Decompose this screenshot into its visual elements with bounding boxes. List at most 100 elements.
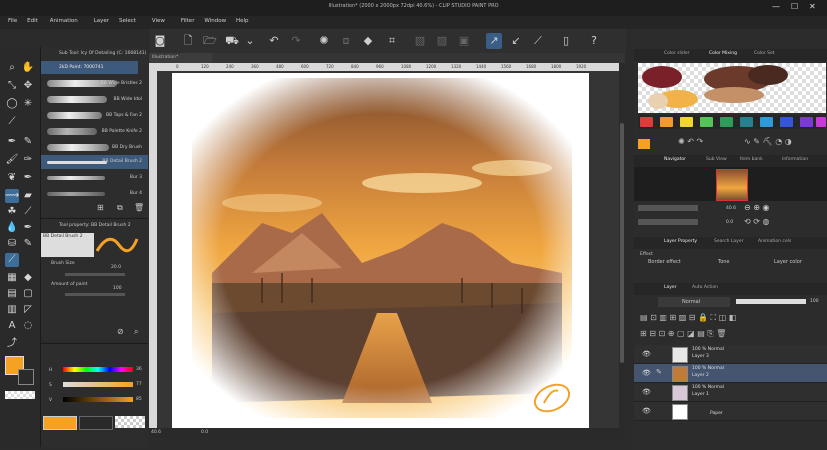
tab-search-layer[interactable]: Search Layer <box>714 239 743 244</box>
brush-size-slider[interactable] <box>65 273 125 276</box>
amount-slider[interactable] <box>65 293 125 296</box>
open-folder-icon[interactable]: 🗁 <box>202 33 218 49</box>
brush-item[interactable]: Bur 4 <box>41 187 148 201</box>
tab-color-set[interactable]: Color Set <box>754 51 775 56</box>
blend-tool-icon[interactable]: ⟿ <box>5 189 19 203</box>
delete-subtool-icon[interactable]: 🗑 <box>134 203 144 212</box>
undo-icon[interactable]: ↶ <box>266 33 282 49</box>
menu-select[interactable]: Select <box>119 18 136 24</box>
zoom-value[interactable]: 40.6 <box>151 430 161 435</box>
tab-layer[interactable]: Layer <box>664 285 677 290</box>
brush-item[interactable]: BB Dry Brush <box>41 141 148 155</box>
brush-item-selected[interactable]: BB Detail Brush 2 <box>41 155 148 169</box>
eye-icon[interactable]: 👁 <box>642 369 651 377</box>
text-tool-icon[interactable]: A <box>5 319 19 333</box>
menu-animation[interactable]: Animation <box>50 18 78 24</box>
menu-edit[interactable]: Edit <box>27 18 38 24</box>
menu-help[interactable]: Help <box>236 18 249 24</box>
smudge-icon[interactable]: ⟋ <box>21 205 35 219</box>
airbrush-icon[interactable]: ✑ <box>21 153 35 167</box>
brush-tool-icon[interactable]: 🖌 <box>5 153 19 167</box>
app-icon[interactable]: ◙ <box>152 33 168 49</box>
close-button[interactable]: ✕ <box>809 2 816 11</box>
chevron-down-icon[interactable]: ⌄ <box>242 33 258 49</box>
rectangle-icon[interactable]: ▢ <box>21 287 35 301</box>
layer-tools-row[interactable]: ▤ ⊡ ▥ ⊞ ▨ ⊟ 🔒 ⛶ ◫ ◧ <box>640 313 736 323</box>
gradient-tool-icon[interactable]: ▤ <box>5 287 19 301</box>
brush-item[interactable]: BB Taps & Fan 2 <box>41 109 148 123</box>
transparent-color-swatch[interactable] <box>5 391 35 399</box>
blend-mode-select[interactable]: Normal <box>658 297 730 307</box>
swatch[interactable] <box>700 117 713 127</box>
pen-pressure-icon[interactable]: ↙ <box>508 33 524 49</box>
swatch[interactable] <box>640 117 653 127</box>
tab-information[interactable]: Information <box>782 157 808 162</box>
color-picker-icon[interactable]: ⟋ <box>5 253 19 267</box>
layer-row-selected[interactable]: 👁 ✎ 100 % Normal Layer 2 <box>634 364 827 383</box>
hue-slider[interactable] <box>63 367 133 372</box>
h-value[interactable]: 36 <box>136 367 142 372</box>
sub-color-swatch[interactable] <box>18 369 34 385</box>
stabilizer-icon[interactable]: ⟋ <box>530 33 546 49</box>
nav-angle-value[interactable]: 0.0 <box>726 220 733 225</box>
tab-color-slider[interactable]: Color slider <box>664 51 690 56</box>
eraser-icon[interactable]: ▰ <box>21 189 35 203</box>
s-value[interactable]: 77 <box>136 382 142 387</box>
water-drop-icon[interactable]: 💧 <box>5 221 19 235</box>
swatch[interactable] <box>680 117 693 127</box>
watercolor-icon[interactable]: ✒ <box>21 221 35 235</box>
amount-value[interactable]: 100 <box>113 286 122 291</box>
add-subtool-icon[interactable]: ⊞ <box>97 203 104 212</box>
gradient-icon[interactable]: ✎ <box>21 237 35 251</box>
device-icon[interactable]: ▯ <box>558 33 574 49</box>
nav-angle-slider[interactable] <box>638 219 698 225</box>
pen-tool-icon[interactable]: ✒ <box>5 135 19 149</box>
swatch[interactable] <box>816 117 826 127</box>
move-layer-icon[interactable]: ✥ <box>21 79 35 93</box>
copy-subtool-icon[interactable]: ⧉ <box>117 203 123 213</box>
nav-zoom-value[interactable]: 40.6 <box>726 206 736 211</box>
layer-row[interactable]: 👁 100 % Normal Layer 3 <box>634 345 827 364</box>
brush-size-value[interactable]: 20.0 <box>111 265 121 270</box>
stroke-correction-icon[interactable]: ↗ <box>486 33 502 49</box>
selection-tool-icon[interactable]: ▣ <box>456 33 472 49</box>
crop-icon[interactable]: ⧈ <box>338 33 354 49</box>
lasso-icon[interactable]: ◯ <box>5 97 19 111</box>
auto-select-icon[interactable]: ✳ <box>21 97 35 111</box>
pencil-tool-icon[interactable]: ✎ <box>21 135 35 149</box>
v-value[interactable]: 85 <box>136 397 142 402</box>
ruler-icon[interactable]: ▥ <box>5 303 19 317</box>
mix-color-icon[interactable] <box>638 139 650 149</box>
clear-selection-icon[interactable]: ✺ <box>316 33 332 49</box>
layer-actions-row[interactable]: ⊞ ⊟ ⊡ ⊕ ▢ ◪ ▤ ⎘ 🗑 <box>640 329 726 339</box>
vertical-scrollbar[interactable] <box>619 63 625 428</box>
tab-layer-property[interactable]: Layer Property <box>664 239 697 244</box>
search-icon[interactable]: ⌕ <box>134 327 138 337</box>
hide-selection-icon[interactable]: ▧ <box>412 33 428 49</box>
saturation-slider[interactable] <box>63 382 133 387</box>
transparent-box[interactable] <box>115 416 145 428</box>
tab-color-mixing[interactable]: Color Mixing <box>709 51 737 56</box>
brush-item[interactable]: Bur 3 <box>41 171 148 185</box>
swatch[interactable] <box>660 117 673 127</box>
opacity-slider[interactable] <box>736 299 806 304</box>
swatch[interactable] <box>720 117 733 127</box>
color-mixing-area[interactable] <box>638 63 826 113</box>
sub-tool-selected[interactable]: 2kD Paint: 7000741 <box>41 61 138 74</box>
brush-item[interactable]: BB Palette Knife 2 <box>41 125 148 139</box>
eye-icon[interactable]: 👁 <box>642 350 651 358</box>
mix-brush-icon[interactable]: ∿ ✎ ⛏ ◔ ◑ <box>744 137 792 146</box>
layer-row[interactable]: 👁 100 % Normal Layer 1 <box>634 383 827 402</box>
ink-icon[interactable]: ✒ <box>21 171 35 185</box>
operation-tool-icon[interactable]: ⤡ <box>5 79 19 93</box>
blur-icon[interactable]: ☘ <box>5 205 19 219</box>
save-icon[interactable]: ⛟ <box>224 33 240 49</box>
redo-icon[interactable]: ↷ <box>288 33 304 49</box>
swatch[interactable] <box>740 117 753 127</box>
tab-item-bank[interactable]: Item bank <box>740 157 763 162</box>
menu-view[interactable]: View <box>152 18 165 24</box>
correct-line-icon[interactable]: ⤴ <box>5 337 19 351</box>
fill-tool-icon[interactable]: ◆ <box>21 271 35 285</box>
hand-tool-icon[interactable]: ✋ <box>21 61 35 75</box>
balloon-icon[interactable]: ◌ <box>21 319 35 333</box>
